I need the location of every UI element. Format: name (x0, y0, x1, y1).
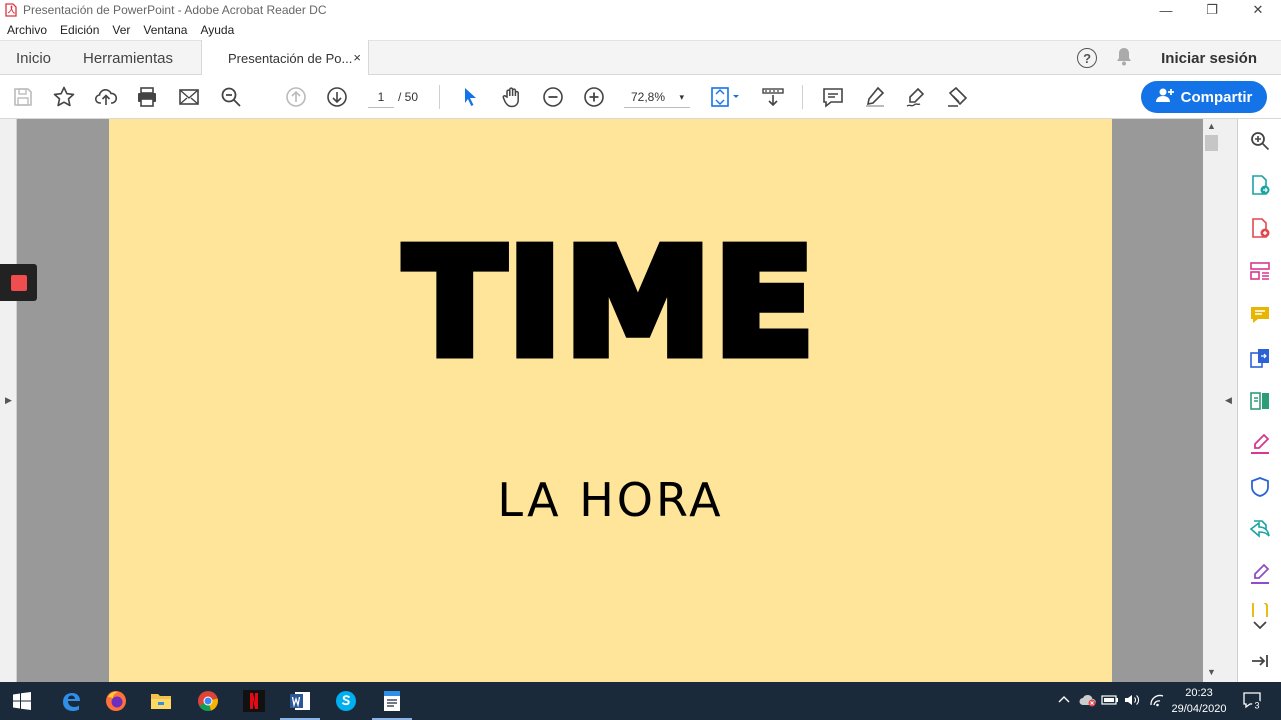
chevron-down-icon[interactable] (1248, 617, 1272, 633)
wifi-icon[interactable] (1149, 693, 1165, 710)
zoom-level-value: 72,8% (631, 90, 666, 104)
toolbar: 1 / 50 72,8% ▾ Compartir (0, 75, 1281, 119)
send-for-review-icon[interactable] (1248, 518, 1272, 542)
battery-icon[interactable] (1101, 693, 1119, 710)
scroll-mode-icon[interactable] (760, 84, 786, 110)
acrobat-app-icon (4, 3, 18, 17)
redact-icon[interactable] (945, 84, 971, 110)
onedrive-icon[interactable] (1079, 693, 1097, 710)
toolbar-divider (439, 85, 440, 109)
notification-count: 3 (1254, 701, 1259, 711)
tray-chevron-up-icon[interactable] (1058, 693, 1070, 707)
highlight-icon[interactable] (862, 84, 888, 110)
protect-shield-icon[interactable] (1248, 475, 1272, 499)
chevron-down-icon: ▾ (679, 92, 684, 102)
minimize-button[interactable]: — (1143, 0, 1189, 20)
netflix-icon[interactable] (242, 689, 266, 713)
expand-left-icon: ▶ (5, 395, 12, 405)
menu-ayuda[interactable]: Ayuda (200, 23, 234, 37)
save-icon[interactable] (10, 84, 36, 110)
print-icon[interactable] (134, 84, 160, 110)
window-title: Presentación de PowerPoint - Adobe Acrob… (23, 3, 327, 17)
slide-subtitle: LA HORA (497, 473, 724, 527)
email-icon[interactable] (176, 84, 202, 110)
title-bar: Presentación de PowerPoint - Adobe Acrob… (0, 0, 1281, 20)
scroll-up-icon[interactable]: ▲ (1207, 121, 1216, 131)
fill-sign-icon[interactable] (1248, 432, 1272, 456)
sign-icon[interactable] (903, 84, 929, 110)
tab-home[interactable]: Inicio (16, 41, 51, 75)
acrobat-reader-icon[interactable] (372, 689, 412, 720)
windows-taskbar: 20:23 29/04/2020 3 (0, 682, 1281, 720)
clock-date: 29/04/2020 (1171, 703, 1227, 715)
scroll-down-icon[interactable]: ▼ (1207, 667, 1216, 677)
menu-edicion[interactable]: Edición (60, 23, 99, 37)
pdf-page[interactable]: TIME LA HORA (109, 119, 1112, 682)
menu-ventana[interactable]: Ventana (143, 23, 187, 37)
request-signature-icon[interactable] (1248, 562, 1272, 586)
collapse-right-icon: ◀ (1225, 395, 1232, 405)
star-icon[interactable] (51, 84, 77, 110)
toolbar-divider (802, 85, 803, 109)
restore-button[interactable]: ❐ (1189, 0, 1235, 20)
zoom-out-icon[interactable] (540, 84, 566, 110)
menu-bar: Archivo Edición Ver Ventana Ayuda (0, 20, 1281, 40)
organize-pages-icon[interactable] (1248, 259, 1272, 283)
zoom-level-select[interactable]: 72,8% ▾ (624, 86, 690, 108)
share-label: Compartir (1180, 88, 1253, 106)
bell-icon[interactable] (1115, 46, 1133, 71)
chrome-icon[interactable] (196, 689, 220, 713)
scroll-thumb[interactable] (1205, 135, 1218, 151)
search-icon[interactable] (218, 84, 244, 110)
firefox-icon[interactable] (104, 689, 128, 713)
page-number-input[interactable]: 1 (368, 86, 394, 108)
file-explorer-icon[interactable] (149, 689, 173, 713)
collapse-panel-icon[interactable] (1248, 649, 1272, 673)
tab-tools[interactable]: Herramientas (83, 41, 173, 75)
close-tab-button[interactable]: × (353, 50, 361, 65)
help-icon[interactable]: ? (1077, 48, 1098, 68)
select-pointer-icon[interactable] (457, 84, 483, 110)
clock-time: 20:23 (1185, 687, 1213, 699)
zoom-search-tool-icon[interactable] (1248, 129, 1272, 153)
edit-pdf-icon[interactable] (1248, 389, 1272, 413)
add-user-icon (1155, 87, 1174, 107)
word-icon[interactable] (280, 689, 320, 720)
next-page-icon[interactable] (324, 84, 350, 110)
zoom-in-icon[interactable] (581, 84, 607, 110)
page-total: / 50 (398, 90, 419, 104)
vertical-scrollbar[interactable]: ▲ ▼ (1203, 119, 1220, 682)
right-panel-toggle[interactable]: ◀ (1220, 119, 1238, 682)
combine-files-icon[interactable] (1248, 346, 1272, 370)
left-panel-toggle[interactable]: ▶ (0, 119, 17, 682)
cloud-upload-icon[interactable] (93, 84, 119, 110)
volume-icon[interactable] (1124, 693, 1140, 710)
hand-tool-icon[interactable] (499, 84, 525, 110)
notifications-icon[interactable]: 3 (1242, 690, 1262, 713)
windows-start-icon[interactable] (10, 689, 34, 713)
create-pdf-icon[interactable] (1248, 216, 1272, 240)
signin-button[interactable]: Iniciar sesión (1161, 50, 1257, 67)
close-window-button[interactable]: ✕ (1235, 0, 1281, 20)
document-tab-label: Presentación de Po... (228, 50, 353, 66)
slide-title: TIME (400, 217, 819, 389)
right-tools-panel (1238, 119, 1281, 682)
share-button[interactable]: Compartir (1141, 81, 1267, 113)
tab-row: Inicio Herramientas Presentación de Po..… (0, 40, 1281, 76)
skype-icon[interactable] (334, 689, 358, 713)
menu-ver[interactable]: Ver (112, 23, 130, 37)
stop-icon (10, 274, 27, 291)
comment-icon[interactable] (820, 84, 846, 110)
previous-page-icon[interactable] (283, 84, 309, 110)
add-comment-icon[interactable] (1248, 303, 1272, 327)
menu-archivo[interactable]: Archivo (7, 23, 47, 37)
tab-document[interactable]: Presentación de Po... × (201, 40, 369, 76)
fit-page-icon[interactable] (710, 84, 742, 110)
edge-browser-icon[interactable] (59, 689, 83, 713)
record-stop-button[interactable] (0, 264, 37, 301)
document-viewer[interactable]: ▶ TIME LA HORA ▲ ▼ ◀ (0, 119, 1238, 682)
export-pdf-icon[interactable] (1248, 173, 1272, 197)
system-clock[interactable]: 20:23 29/04/2020 (1168, 685, 1230, 717)
